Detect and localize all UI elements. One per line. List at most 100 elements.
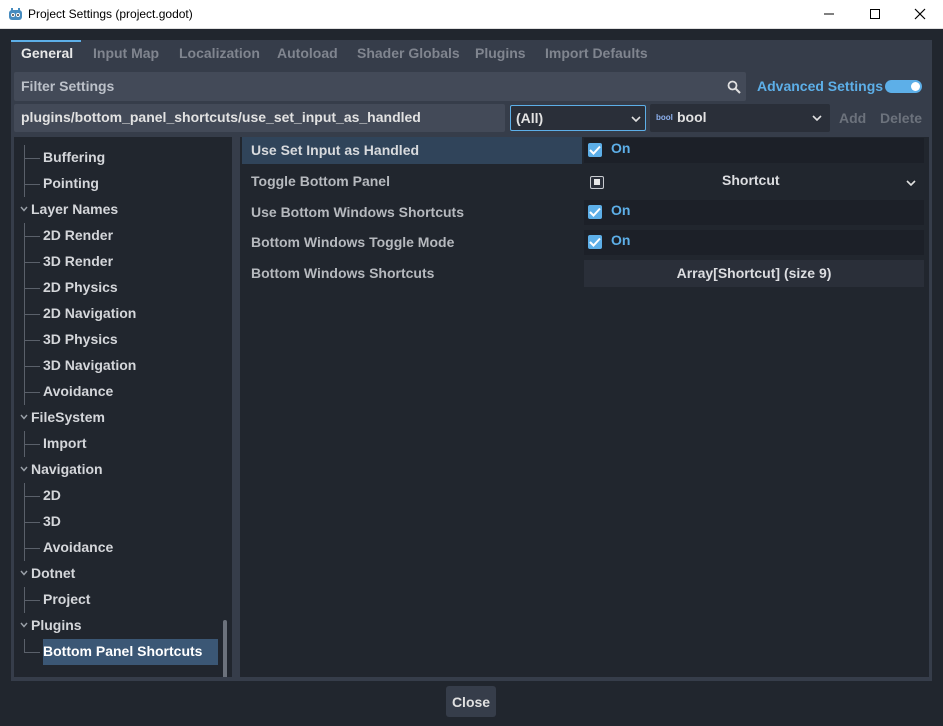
close-button[interactable]: Close bbox=[446, 686, 496, 717]
maximize-button[interactable] bbox=[852, 0, 898, 29]
tree-item-3d-render[interactable]: 3D Render bbox=[14, 249, 219, 275]
tree-guide-line bbox=[24, 236, 40, 237]
minimize-button[interactable] bbox=[806, 0, 852, 29]
bool-type-icon: bool bbox=[656, 113, 673, 122]
tree-item-label: 3D Physics bbox=[43, 331, 118, 347]
tree-item-bottom-panel-shortcuts[interactable]: Bottom Panel Shortcuts bbox=[14, 639, 219, 665]
check-icon bbox=[589, 237, 601, 247]
tree-item-label: Dotnet bbox=[31, 565, 76, 581]
property-toggle-bottom-panel[interactable]: Toggle Bottom Panel Shortcut bbox=[242, 168, 926, 195]
tree-item-2d[interactable]: 2D bbox=[14, 483, 219, 509]
settings-inspector: Use Set Input as Handled On Toggle Botto… bbox=[240, 137, 929, 677]
tab-general[interactable]: General bbox=[11, 40, 81, 67]
setting-path-input[interactable]: plugins/bottom_panel_shortcuts/use_set_i… bbox=[14, 104, 505, 132]
toggle-knob bbox=[911, 82, 920, 91]
tree-item-3d-physics[interactable]: 3D Physics bbox=[14, 327, 219, 353]
tree-guide-line bbox=[24, 522, 40, 523]
tree-item-filesystem[interactable]: FileSystem bbox=[14, 405, 219, 431]
property-bottom-windows-shortcuts[interactable]: Bottom Windows Shortcuts Array[Shortcut]… bbox=[242, 260, 926, 287]
tree-item-2d-render[interactable]: 2D Render bbox=[14, 223, 219, 249]
property-value: Array[Shortcut] (size 9) bbox=[676, 265, 832, 281]
tree-item-label: 3D Navigation bbox=[43, 357, 137, 373]
tree-item-2d-navigation[interactable]: 2D Navigation bbox=[14, 301, 219, 327]
property-value: On bbox=[611, 232, 631, 248]
category-select[interactable]: (All) bbox=[510, 105, 646, 131]
chevron-down-icon[interactable] bbox=[20, 466, 28, 472]
tree-guide-line bbox=[24, 288, 40, 289]
array-editor-button[interactable]: Array[Shortcut] (size 9) bbox=[584, 260, 924, 287]
delete-button[interactable]: Delete bbox=[880, 110, 922, 126]
tree-guide-line bbox=[24, 340, 40, 341]
advanced-settings-toggle[interactable] bbox=[885, 80, 922, 93]
tree-item-label: FileSystem bbox=[31, 409, 105, 425]
tree-item-avoidance[interactable]: Avoidance bbox=[14, 535, 219, 561]
tree-item-label: Pen Tablet bbox=[43, 137, 113, 139]
tree-guide-line bbox=[24, 314, 40, 315]
tab-localization[interactable]: Localization bbox=[179, 40, 260, 67]
tree-item-project[interactable]: Project bbox=[14, 587, 219, 613]
checkbox[interactable] bbox=[588, 235, 602, 249]
settings-section-tree[interactable]: Pen Tablet Buffering Pointing Layer Names 2D… bbox=[14, 137, 232, 677]
property-name: Bottom Windows Shortcuts bbox=[251, 265, 435, 281]
property-use-set-input-as-handled[interactable]: Use Set Input as Handled On bbox=[242, 137, 926, 164]
checkbox[interactable] bbox=[588, 205, 602, 219]
chevron-down-icon[interactable] bbox=[20, 414, 28, 420]
minimize-icon bbox=[824, 13, 834, 15]
tree-item-3d[interactable]: 3D bbox=[14, 509, 219, 535]
tree-item-label: 2D Navigation bbox=[43, 305, 137, 321]
tree-guide-line bbox=[24, 262, 40, 263]
property-use-bottom-windows-shortcuts[interactable]: Use Bottom Windows Shortcuts On bbox=[242, 199, 926, 226]
property-value[interactable]: Shortcut bbox=[722, 172, 780, 188]
property-value-bg bbox=[584, 138, 924, 163]
check-icon bbox=[589, 145, 601, 155]
tree-guide-line bbox=[24, 366, 40, 367]
tab-autoload[interactable]: Autoload bbox=[277, 40, 338, 67]
tree-guide-line bbox=[24, 496, 40, 497]
tree-item-navigation[interactable]: Navigation bbox=[14, 457, 219, 483]
tree-item-label: Project bbox=[43, 591, 91, 607]
filter-settings-input[interactable]: Filter Settings bbox=[14, 72, 746, 101]
maximize-icon bbox=[870, 9, 880, 19]
tree-item-plugins[interactable]: Plugins bbox=[14, 613, 219, 639]
tree-item-label: 2D Render bbox=[43, 227, 114, 243]
tree-item-label: Import bbox=[43, 435, 87, 451]
tree-item-partial[interactable]: Pen Tablet bbox=[14, 137, 219, 145]
close-button-label: Close bbox=[451, 694, 491, 710]
tree-item-avoidance[interactable]: Avoidance bbox=[14, 379, 219, 405]
property-bottom-windows-toggle-mode[interactable]: Bottom Windows Toggle Mode On bbox=[242, 229, 926, 256]
tree-item-label: Plugins bbox=[31, 617, 82, 633]
tab-input-map[interactable]: Input Map bbox=[93, 40, 159, 67]
chevron-down-icon[interactable] bbox=[20, 570, 28, 576]
shortcut-arrow bbox=[594, 179, 600, 185]
tab-import-defaults[interactable]: Import Defaults bbox=[545, 40, 648, 67]
chevron-down-icon[interactable] bbox=[20, 206, 28, 212]
checkbox[interactable] bbox=[588, 143, 602, 157]
close-window-button[interactable] bbox=[897, 0, 943, 29]
tree-item-buffering[interactable]: Buffering bbox=[14, 145, 219, 171]
property-value-bg bbox=[584, 230, 924, 255]
tree-item-3d-navigation[interactable]: 3D Navigation bbox=[14, 353, 219, 379]
check-icon bbox=[589, 207, 601, 217]
tree-item-pointing[interactable]: Pointing bbox=[14, 171, 219, 197]
tree-item-import[interactable]: Import bbox=[14, 431, 219, 457]
add-button[interactable]: Add bbox=[839, 110, 866, 126]
tree-item-label: Navigation bbox=[31, 461, 103, 477]
type-select[interactable]: bool bool bbox=[650, 104, 830, 132]
tab-shader-globals[interactable]: Shader Globals bbox=[357, 40, 460, 67]
tree-item-dotnet[interactable]: Dotnet bbox=[14, 561, 219, 587]
tree-guide-line bbox=[24, 548, 40, 549]
property-name: Use Set Input as Handled bbox=[251, 142, 420, 158]
advanced-settings-label: Advanced Settings bbox=[757, 78, 884, 94]
chevron-down-icon[interactable] bbox=[20, 622, 28, 628]
tab-plugins[interactable]: Plugins bbox=[475, 40, 526, 67]
chevron-down-icon[interactable] bbox=[906, 180, 916, 186]
property-value: On bbox=[611, 202, 631, 218]
tree-item-label: 2D bbox=[43, 487, 61, 503]
tree-scrollbar[interactable] bbox=[223, 620, 227, 677]
tree-item-layer-names[interactable]: Layer Names bbox=[14, 197, 219, 223]
tree-item-2d-physics[interactable]: 2D Physics bbox=[14, 275, 219, 301]
property-name: Bottom Windows Toggle Mode bbox=[251, 234, 455, 250]
tree-item-label: Buffering bbox=[43, 149, 106, 165]
property-name: Use Bottom Windows Shortcuts bbox=[251, 204, 464, 220]
window-titlebar: Project Settings (project.godot) bbox=[0, 0, 943, 29]
